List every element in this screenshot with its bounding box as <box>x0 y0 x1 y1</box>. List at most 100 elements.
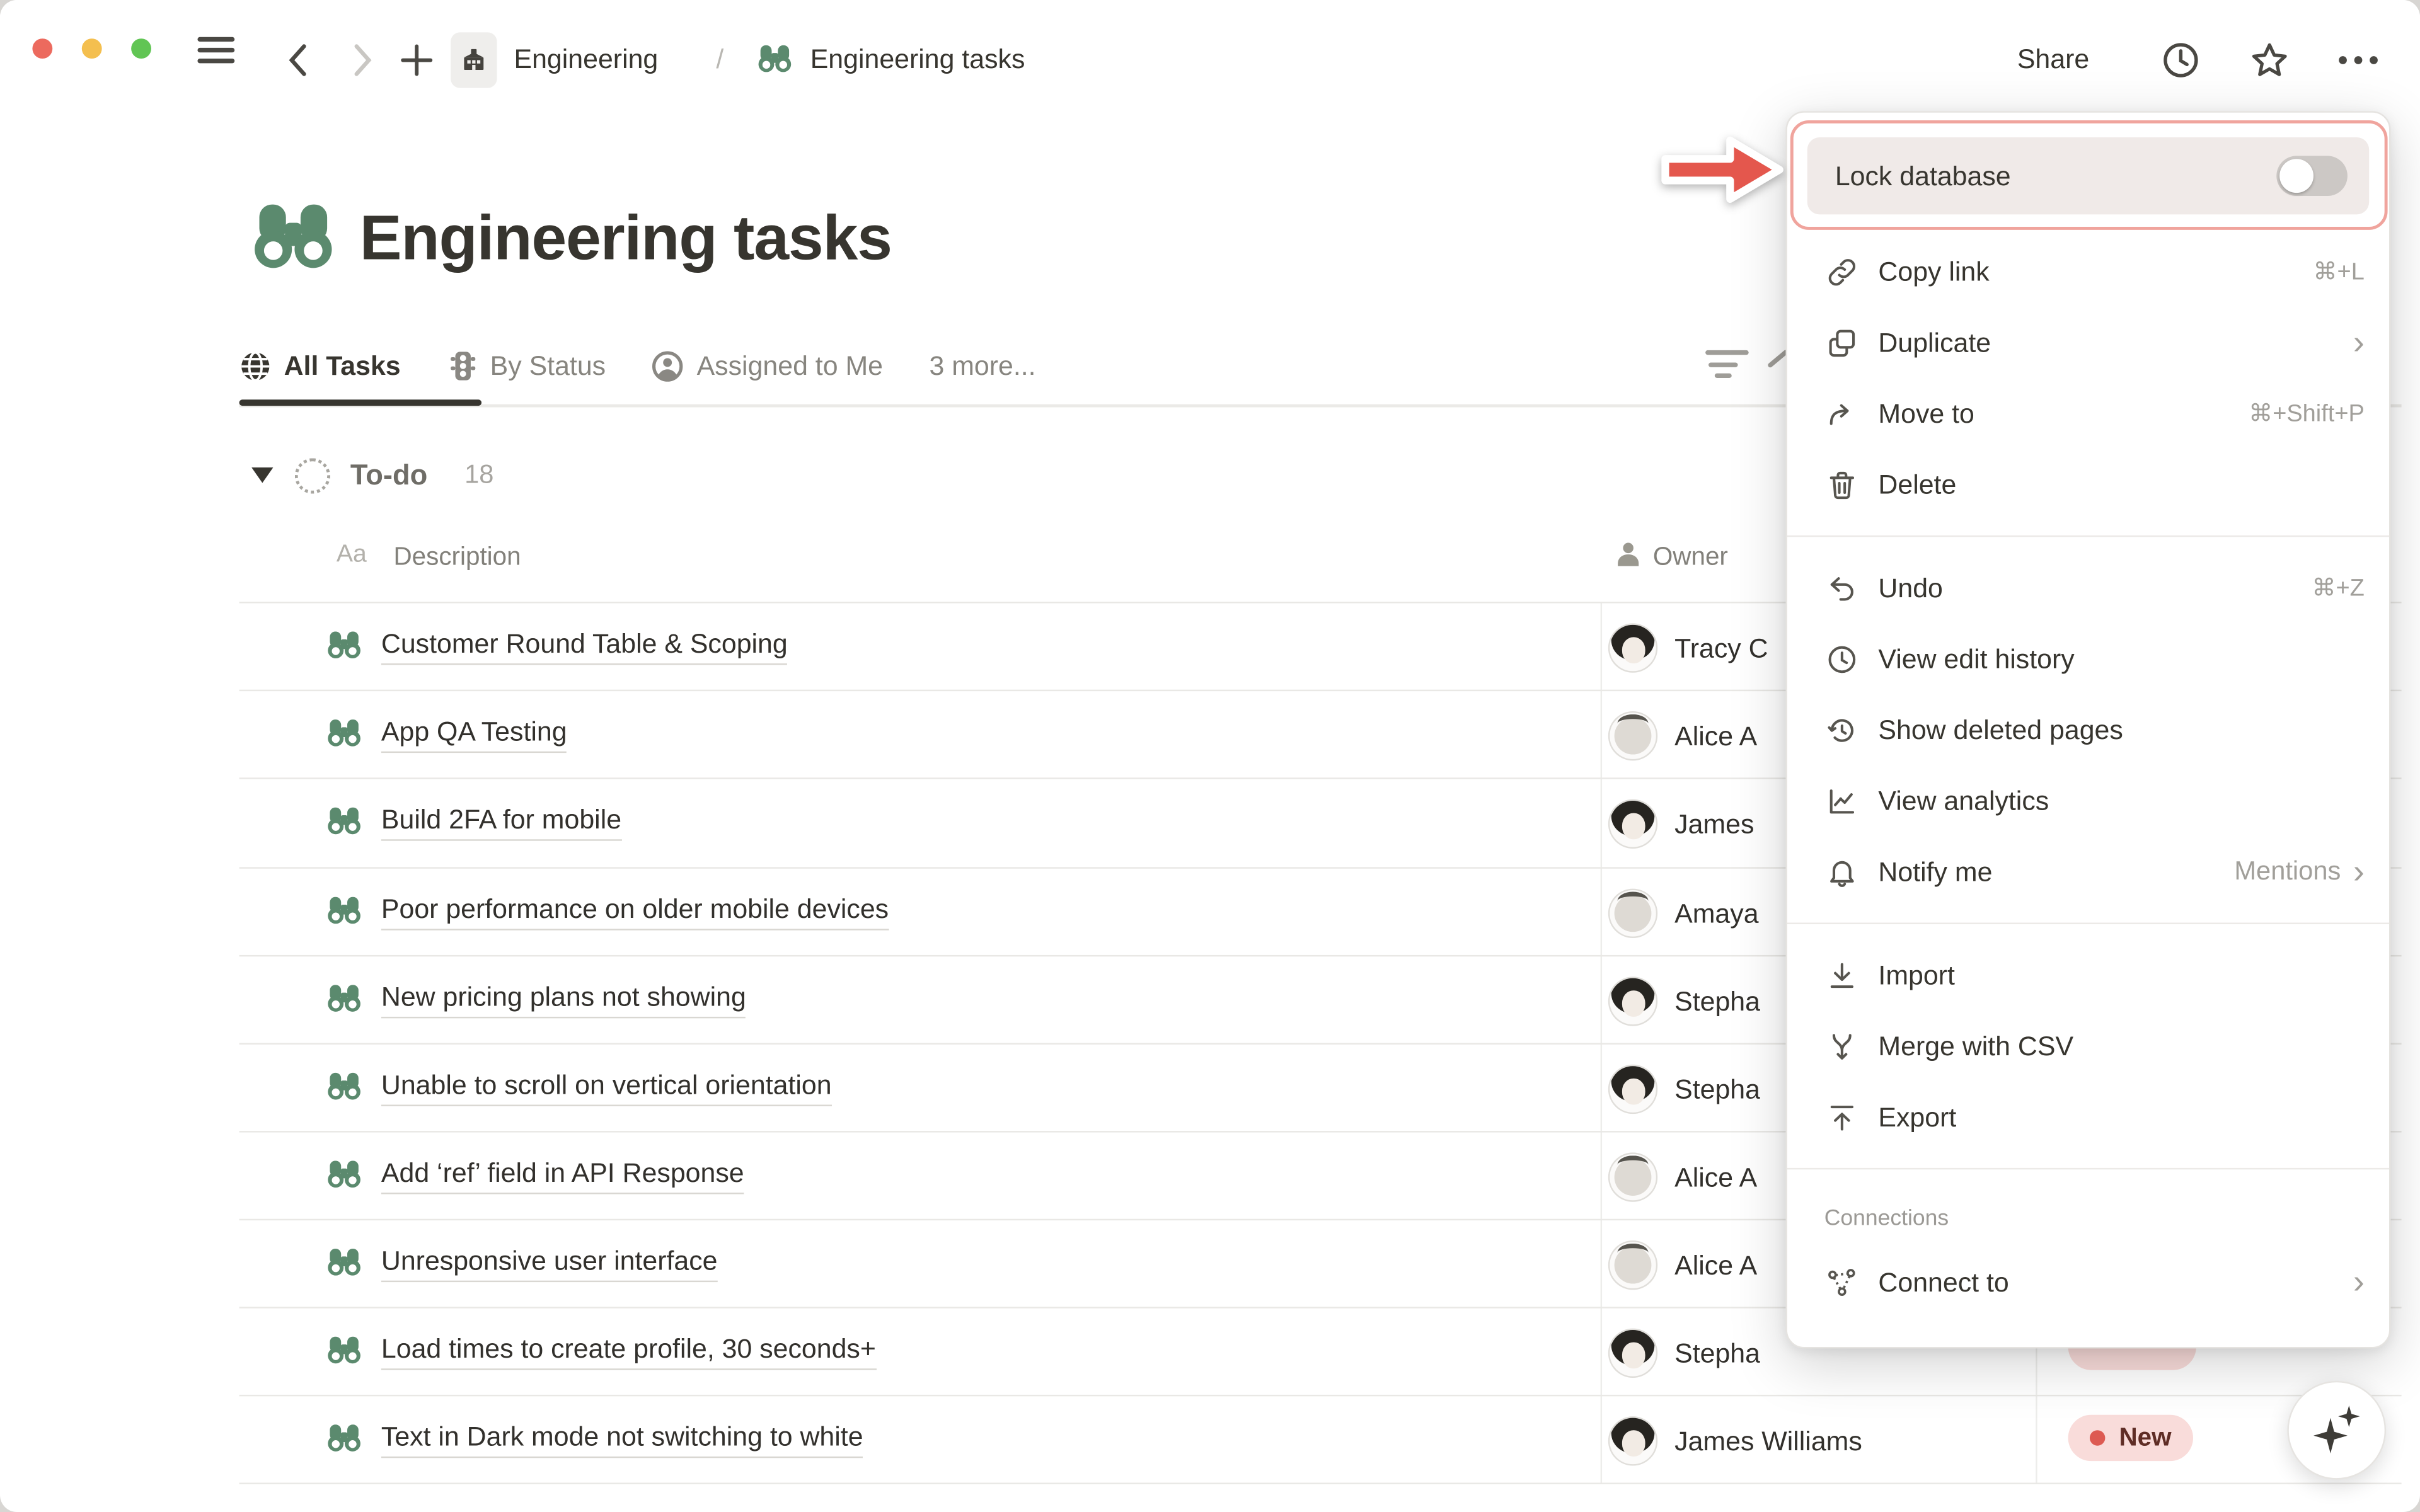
avatar <box>1608 1416 1657 1465</box>
traffic-light-zoom[interactable] <box>131 38 151 59</box>
task-title[interactable]: Customer Round Table & Scoping <box>381 628 788 665</box>
share-button[interactable]: Share <box>2017 43 2089 76</box>
binoculars-icon <box>326 805 363 836</box>
task-title[interactable]: New pricing plans not showing <box>381 982 746 1019</box>
back-icon[interactable] <box>281 42 318 79</box>
task-title[interactable]: Build 2FA for mobile <box>381 804 621 841</box>
menu-item-view-edit-history[interactable]: View edit history <box>1787 623 2389 694</box>
tab-label: By Status <box>490 350 606 382</box>
menu-item-connect-to[interactable]: Connect to › <box>1787 1247 2389 1318</box>
menu-section-connections: Connections <box>1787 1185 2389 1231</box>
task-title[interactable]: Unable to scroll on vertical orientation <box>381 1069 832 1106</box>
todo-status-icon <box>295 457 330 493</box>
traffic-light-close[interactable] <box>32 38 52 59</box>
menu-item-label: Connect to <box>1878 1266 2353 1298</box>
owner-name[interactable]: Alice A <box>1674 1162 1757 1194</box>
collapse-triangle-icon[interactable] <box>251 467 273 483</box>
page-icon-binoculars[interactable] <box>250 197 337 274</box>
menu-item-duplicate[interactable]: Duplicate › <box>1787 307 2389 378</box>
shortcut: ⌘+Z <box>2312 573 2364 603</box>
tab-more-views[interactable]: 3 more... <box>929 350 1035 382</box>
owner-name[interactable]: Alice A <box>1674 1250 1757 1282</box>
menu-item-label: Move to <box>1878 398 2249 430</box>
workspace-icon-chip[interactable] <box>451 32 497 88</box>
analytics-icon <box>1825 784 1857 816</box>
menu-item-label: Delete <box>1878 468 2364 500</box>
owner-name[interactable]: James Williams <box>1674 1426 1862 1458</box>
forward-icon[interactable] <box>343 42 380 79</box>
menu-item-delete[interactable]: Delete <box>1787 449 2389 520</box>
group-header-todo[interactable]: To-do 18 <box>251 454 493 497</box>
owner-name[interactable]: Stepha <box>1674 1074 1760 1106</box>
person-icon <box>1615 540 1642 568</box>
sparkle-icon <box>2310 1402 2363 1458</box>
menu-item-move-to[interactable]: Move to ⌘+Shift+P <box>1787 378 2389 449</box>
menu-item-label: View analytics <box>1878 784 2364 816</box>
undo-icon <box>1825 571 1857 604</box>
task-title[interactable]: Add ‘ref’ field in API Response <box>381 1157 744 1194</box>
favorite-star-icon[interactable] <box>2249 40 2290 82</box>
sidebar-toggle-icon[interactable] <box>197 48 234 52</box>
task-title[interactable]: Load times to create profile, 30 seconds… <box>381 1333 876 1370</box>
tab-label: 3 more... <box>929 350 1035 382</box>
globe-icon <box>239 350 272 382</box>
notion-window: Engineering / Engineering tasks Share En… <box>0 0 2420 1512</box>
view-tabs: All Tasks By Status Assigned to Me 3 mor… <box>239 341 1036 390</box>
avatar <box>1608 1329 1657 1378</box>
menu-item-notify-me[interactable]: Notify me Mentions › <box>1787 836 2389 907</box>
tab-all-tasks[interactable]: All Tasks <box>239 350 401 382</box>
binoculars-icon <box>756 43 793 74</box>
menu-item-view-analytics[interactable]: View analytics <box>1787 765 2389 837</box>
menu-divider <box>1787 536 2389 537</box>
building-icon <box>460 46 488 74</box>
menu-divider <box>1787 922 2389 924</box>
menu-item-label: Merge with CSV <box>1878 1030 2364 1062</box>
menu-item-merge-with-csv[interactable]: Merge with CSV <box>1787 1011 2389 1082</box>
column-header-owner[interactable]: Owner <box>1653 543 1728 589</box>
screenshot-stage: Engineering / Engineering tasks Share En… <box>0 0 2420 1512</box>
tab-assigned-to-me[interactable]: Assigned to Me <box>652 350 883 382</box>
task-title[interactable]: Unresponsive user interface <box>381 1245 718 1282</box>
menu-item-undo[interactable]: Undo ⌘+Z <box>1787 553 2389 624</box>
annotation-highlight-box <box>1790 120 2388 230</box>
bell-icon <box>1825 856 1857 888</box>
duplicate-icon <box>1825 326 1857 358</box>
filter-icon[interactable] <box>1705 350 1749 385</box>
traffic-light-minimize[interactable] <box>82 38 102 59</box>
menu-item-show-deleted-pages[interactable]: Show deleted pages <box>1787 694 2389 765</box>
task-title[interactable]: Text in Dark mode not switching to white <box>381 1421 863 1458</box>
status-badge[interactable]: New <box>2068 1415 2193 1461</box>
breadcrumb-workspace[interactable]: Engineering <box>514 43 659 76</box>
tab-by-status[interactable]: By Status <box>447 350 606 382</box>
menu-item-label: View edit history <box>1878 643 2364 675</box>
menu-item-copy-link[interactable]: Copy link ⌘+L <box>1787 236 2389 307</box>
owner-name[interactable]: Stepha <box>1674 1337 1760 1370</box>
owner-name[interactable]: Tracy C <box>1674 633 1768 665</box>
page-title[interactable]: Engineering tasks <box>360 202 892 275</box>
restore-icon <box>1825 714 1857 746</box>
avatar <box>1608 623 1657 672</box>
avatar <box>1608 711 1657 760</box>
ai-assistant-button[interactable] <box>2287 1381 2386 1480</box>
owner-name[interactable]: Stepha <box>1674 986 1760 1018</box>
menu-item-export[interactable]: Export <box>1787 1082 2389 1153</box>
connect-icon <box>1825 1266 1857 1298</box>
new-page-icon[interactable] <box>398 42 435 79</box>
more-options-icon[interactable] <box>2335 40 2381 81</box>
avatar <box>1608 1152 1657 1201</box>
column-header-description[interactable]: Description <box>393 543 521 589</box>
owner-name[interactable]: James <box>1674 808 1754 840</box>
binoculars-icon <box>326 1071 363 1102</box>
binoculars-icon <box>326 1423 363 1453</box>
updates-clock-icon[interactable] <box>2161 40 2201 81</box>
menu-item-import[interactable]: Import <box>1787 939 2389 1011</box>
task-title[interactable]: App QA Testing <box>381 716 567 753</box>
tab-label: All Tasks <box>284 350 401 382</box>
owner-name[interactable]: Amaya <box>1674 898 1758 930</box>
breadcrumb-page[interactable]: Engineering tasks <box>810 43 1025 76</box>
task-title[interactable]: Poor performance on older mobile devices <box>381 893 889 931</box>
chevron-right-icon: › <box>2353 323 2365 363</box>
text-type-icon: Aa <box>337 542 367 570</box>
owner-name[interactable]: Alice A <box>1674 721 1757 753</box>
menu-item-value: Mentions <box>2234 856 2341 887</box>
